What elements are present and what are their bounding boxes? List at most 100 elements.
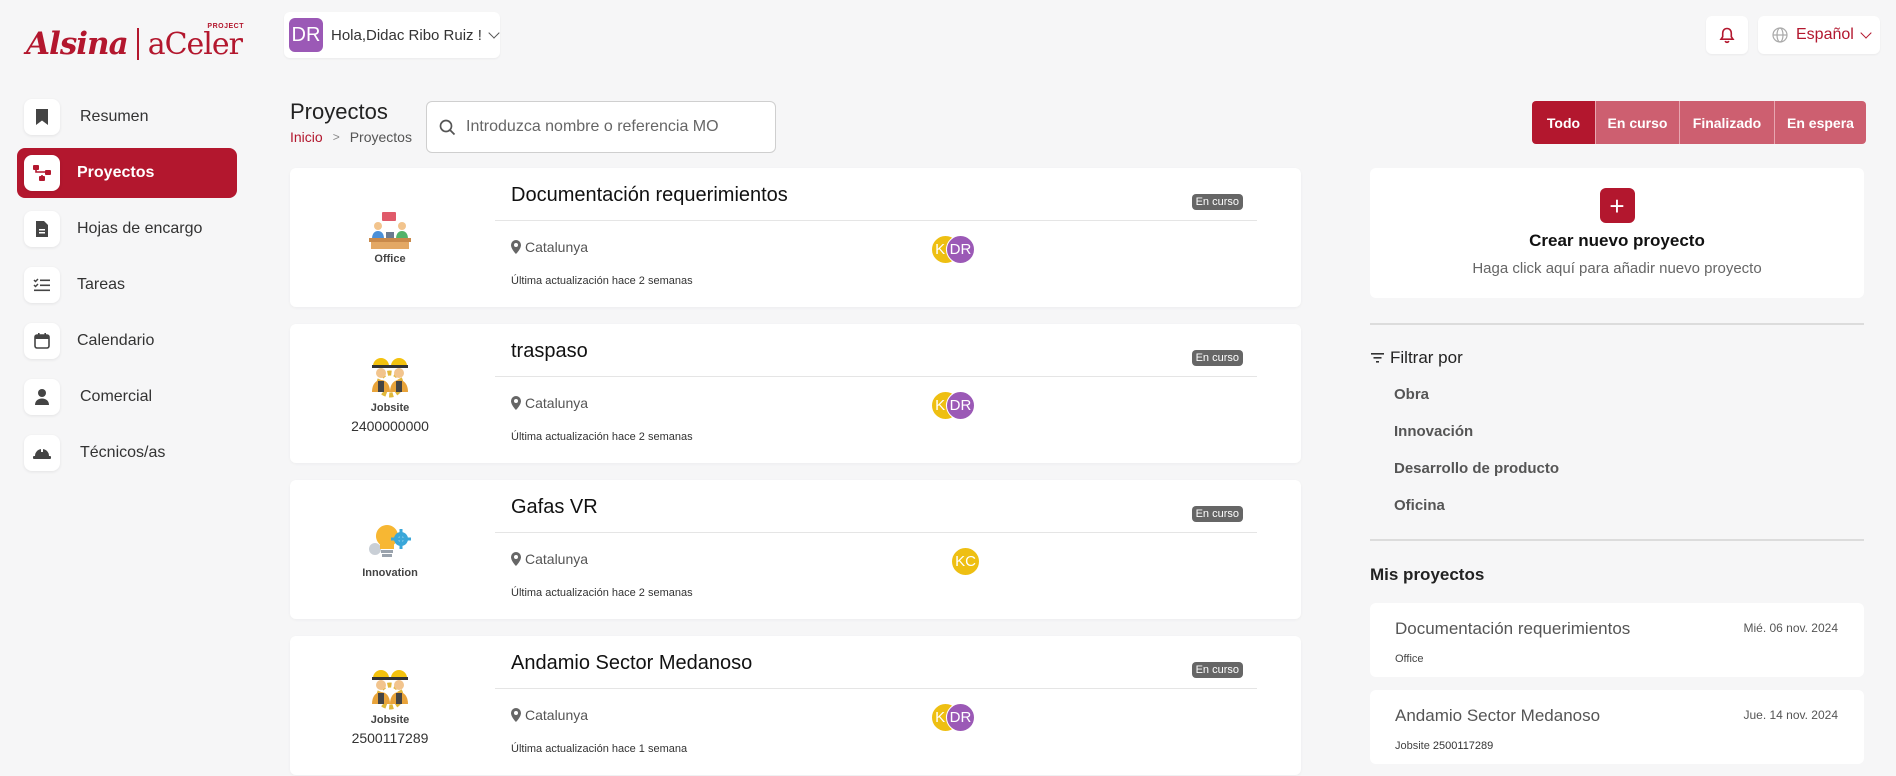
project-type-label: Jobsite [370,713,410,726]
avatar: KC [951,547,980,576]
filter-todo-button[interactable]: Todo [1532,101,1595,144]
project-updated: Última actualización hace 2 semanas [511,431,693,443]
my-project-type: Jobsite [1395,740,1430,752]
status-filter-group: Todo En curso Finalizado En espera [1532,101,1866,144]
filter-option-obra[interactable]: Obra [1394,386,1429,403]
project-card[interactable]: Jobsite 2500117289 Andamio Sector Medano… [290,636,1301,775]
sidebar-item-label: Tareas [77,276,126,293]
bell-icon [1719,27,1735,43]
user-menu[interactable]: DR Hola,Didac Ribo Ruiz ! [284,12,500,58]
filter-icon [1371,353,1384,363]
project-card[interactable]: Office Documentación requerimientos En c… [290,168,1301,307]
project-location: Catalunya [511,395,588,411]
my-project-item[interactable]: Andamio Sector Medanoso Jue. 14 nov. 202… [1370,690,1864,764]
project-members: KC DR [931,391,975,420]
status-badge: En curso [1191,506,1243,522]
project-members: KC DR [931,703,975,732]
user-avatar: DR [289,18,323,52]
sidebar-item-label: Comercial [80,388,153,405]
project-type: Jobsite 2400000000 [290,324,490,463]
my-project-date: Jue. 14 nov. 2024 [1743,708,1838,722]
filter-en-curso-button[interactable]: En curso [1595,101,1679,144]
project-title: traspaso [511,340,588,362]
divider [1370,539,1864,541]
status-badge: En curso [1191,194,1243,210]
search-box [426,101,776,153]
create-project-subtitle: Haga click aquí para añadir nuevo proyec… [1472,260,1762,277]
project-location-label: Catalunya [525,239,589,255]
my-projects-heading: Mis proyectos [1370,565,1485,584]
create-project-title: Crear nuevo proyecto [1529,231,1705,250]
card-divider [495,376,1257,377]
project-type-label: Innovation [362,566,418,579]
project-title: Gafas VR [511,496,598,518]
page-title: Proyectos [290,99,388,124]
breadcrumb: Inicio > Proyectos [290,129,412,145]
sidebar-item-comercial[interactable]: Comercial [17,372,237,422]
breadcrumb-current: Proyectos [349,129,412,145]
project-updated: Última actualización hace 1 semana [511,743,688,755]
filter-option-desarrollo[interactable]: Desarrollo de producto [1394,460,1559,477]
language-label: Español [1796,26,1854,43]
language-selector[interactable]: Español [1758,16,1880,54]
notifications-button[interactable] [1706,16,1748,54]
project-location: Catalunya [511,707,588,723]
create-project-card[interactable]: + Crear nuevo proyecto Haga click aquí p… [1370,168,1864,298]
my-project-reference: 2500117289 [1432,740,1494,752]
chevron-down-icon [1860,26,1872,39]
sidebar-item-proyectos[interactable]: Proyectos [17,148,237,198]
my-project-title: Documentación requerimientos [1395,619,1631,638]
project-reference: 2500117289 [351,729,429,746]
card-divider [495,532,1257,533]
avatar: DR [946,703,975,732]
avatar: DR [946,391,975,420]
lightbulb-gear-icon [369,524,411,557]
filter-finalizado-button[interactable]: Finalizado [1679,101,1774,144]
project-location: Catalunya [511,551,588,567]
document-icon [24,211,60,247]
divider [1370,323,1864,325]
status-badge: En curso [1191,350,1243,366]
card-divider [495,220,1257,221]
user-icon [24,379,60,415]
my-project-title: Andamio Sector Medanoso [1395,706,1601,725]
sidebar-item-tareas[interactable]: Tareas [17,260,237,310]
my-project-date: Mié. 06 nov. 2024 [1743,621,1838,635]
filter-by-heading: Filtrar por [1371,348,1463,368]
project-type: Jobsite 2500117289 [290,636,490,775]
sidebar-item-label: Técnicos/as [80,444,166,461]
avatar: DR [946,235,975,264]
project-members: KC [951,547,980,576]
sidebar-item-calendario[interactable]: Calendario [17,316,237,366]
project-reference: 2400000000 [351,417,429,434]
search-input[interactable] [466,118,766,136]
my-project-type: Office [1395,653,1424,665]
filter-en-espera-button[interactable]: En espera [1774,101,1866,144]
logo-project-tag: PROJECT [207,22,244,30]
logo-aceler: aCeler PROJECT [148,23,244,62]
my-project-item[interactable]: Documentación requerimientos Mié. 06 nov… [1370,603,1864,677]
bookmark-icon [24,99,60,135]
logo-divider [136,28,139,60]
map-pin-icon [511,240,521,254]
project-type: Innovation [290,480,490,619]
filter-option-innovacion[interactable]: Innovación [1394,423,1473,440]
map-pin-icon [511,708,521,722]
brand-logo[interactable]: Alsina aCeler PROJECT [26,23,244,64]
sidebar-item-resumen[interactable]: Resumen [17,92,237,142]
filter-option-oficina[interactable]: Oficina [1394,497,1445,514]
project-share-icon [24,155,60,191]
project-location-label: Catalunya [525,551,589,567]
project-list: Office Documentación requerimientos En c… [290,168,1301,776]
map-pin-icon [511,396,521,410]
map-pin-icon [511,552,521,566]
card-divider [495,688,1257,689]
project-type: Office [290,168,490,307]
sidebar-item-tecnicos[interactable]: Técnicos/as [17,428,237,478]
project-card[interactable]: Jobsite 2400000000 traspaso En curso Cat… [290,324,1301,463]
project-card[interactable]: Innovation Gafas VR En curso Catalunya Ú… [290,480,1301,619]
sidebar-item-hojas-de-encargo[interactable]: Hojas de encargo [17,204,237,254]
breadcrumb-home[interactable]: Inicio [290,129,323,145]
project-title: Andamio Sector Medanoso [511,652,753,674]
tasks-list-icon [24,267,60,303]
